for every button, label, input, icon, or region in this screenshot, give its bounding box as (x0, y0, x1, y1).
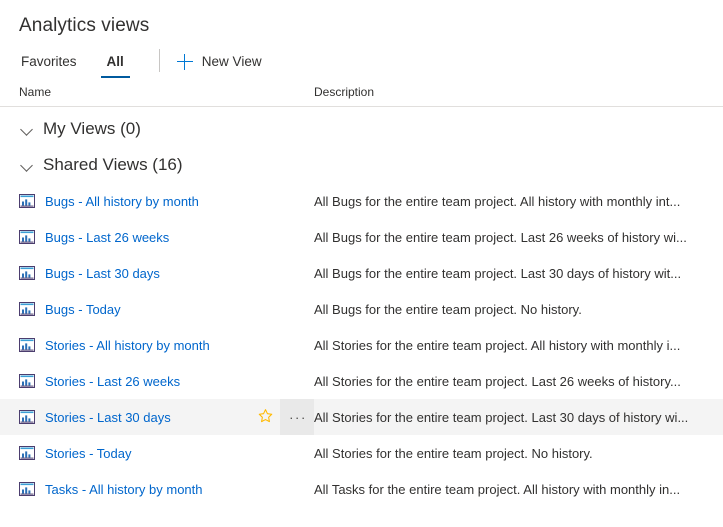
column-header-row: Name Description (0, 78, 723, 107)
row-description-cell: All Stories for the entire team project.… (314, 373, 681, 389)
group-shared-views[interactable]: Shared Views (16) (0, 147, 723, 183)
row-description-cell: All Bugs for the entire team project. La… (314, 229, 687, 245)
chevron-down-icon (19, 157, 35, 173)
analytics-view-icon (19, 194, 35, 208)
view-name-link[interactable]: Bugs - Last 26 weeks (45, 230, 169, 245)
row-name-cell: Bugs - Last 30 days (19, 255, 314, 291)
row-description-cell: All Bugs for the entire team project. La… (314, 265, 682, 281)
new-view-button[interactable]: New View (176, 45, 262, 78)
star-outline-icon (258, 408, 273, 426)
analytics-view-icon (19, 374, 35, 388)
command-bar: Favorites All New View (0, 45, 723, 78)
row-name-cell: Stories - Today (19, 435, 314, 471)
row-name-cell: Tasks - All history by month (19, 471, 314, 507)
table-row[interactable]: Stories - Last 30 days ··· All Stories for… (0, 399, 723, 435)
table-row[interactable]: Bugs - Last 30 days All Bugs for the enti… (0, 255, 723, 291)
analytics-view-icon (19, 482, 35, 496)
row-description-cell: All Stories for the entire team project.… (314, 445, 593, 461)
row-description-cell: All Tasks for the entire team project. A… (314, 481, 681, 497)
views-list: My Views (0) Shared Views (16) Bugs - All … (0, 107, 723, 507)
row-name-cell: Stories - All history by month (19, 327, 314, 363)
row-description-cell: All Stories for the entire team project.… (314, 337, 681, 353)
column-header-description[interactable]: Description (314, 85, 723, 99)
plus-icon (176, 53, 193, 70)
tab-all[interactable]: All (100, 45, 131, 78)
view-name-link[interactable]: Stories - Last 30 days (45, 410, 171, 425)
view-name-link[interactable]: Bugs - All history by month (45, 194, 199, 209)
view-name-link[interactable]: Bugs - Last 30 days (45, 266, 160, 281)
analytics-view-icon (19, 410, 35, 424)
chevron-down-icon (19, 121, 35, 137)
tab-favorites[interactable]: Favorites (19, 45, 79, 78)
favorite-star-button[interactable] (250, 402, 280, 432)
table-row[interactable]: Bugs - Last 26 weeks All Bugs for the ent… (0, 219, 723, 255)
row-actions: ··· (250, 399, 314, 435)
view-name-link[interactable]: Bugs - Today (45, 302, 121, 317)
view-name-link[interactable]: Tasks - All history by month (45, 482, 203, 497)
view-name-link[interactable]: Stories - All history by month (45, 338, 210, 353)
analytics-view-icon (19, 446, 35, 460)
table-row[interactable]: Stories - All history by month All Storie… (0, 327, 723, 363)
command-separator (158, 49, 160, 72)
table-row[interactable]: Stories - Today All Stories for the entir… (0, 435, 723, 471)
column-header-name[interactable]: Name (19, 85, 314, 99)
row-name-cell: Bugs - Today (19, 291, 314, 327)
analytics-view-icon (19, 266, 35, 280)
row-name-cell: Stories - Last 30 days ··· (19, 399, 314, 435)
ellipsis-icon: ··· (289, 409, 307, 425)
row-name-cell: Bugs - All history by month (19, 183, 314, 219)
table-row[interactable]: Stories - Last 26 weeks All Stories for t… (0, 363, 723, 399)
group-label: My Views (0) (43, 119, 141, 138)
analytics-view-icon (19, 230, 35, 244)
tab-favorites-label: Favorites (21, 54, 77, 69)
new-view-label: New View (201, 54, 262, 69)
analytics-views-page: Analytics views Favorites All New View N… (0, 0, 723, 507)
row-description-cell: All Stories for the entire team project.… (314, 409, 689, 425)
group-label: Shared Views (16) (43, 155, 183, 174)
row-description-cell: All Bugs for the entire team project. No… (314, 301, 582, 317)
table-row[interactable]: Bugs - All history by month All Bugs for … (0, 183, 723, 219)
view-name-link[interactable]: Stories - Last 26 weeks (45, 374, 180, 389)
row-name-cell: Bugs - Last 26 weeks (19, 219, 314, 255)
view-name-link[interactable]: Stories - Today (45, 446, 131, 461)
page-title: Analytics views (19, 15, 150, 36)
row-description-cell: All Bugs for the entire team project. Al… (314, 193, 681, 209)
group-my-views[interactable]: My Views (0) (0, 111, 723, 147)
more-actions-button[interactable]: ··· (280, 399, 314, 435)
row-name-cell: Stories - Last 26 weeks (19, 363, 314, 399)
table-row[interactable]: Tasks - All history by month All Tasks fo… (0, 471, 723, 507)
table-row[interactable]: Bugs - Today All Bugs for the entire team… (0, 291, 723, 327)
analytics-view-icon (19, 302, 35, 316)
tab-all-label: All (106, 54, 124, 69)
analytics-view-icon (19, 338, 35, 352)
